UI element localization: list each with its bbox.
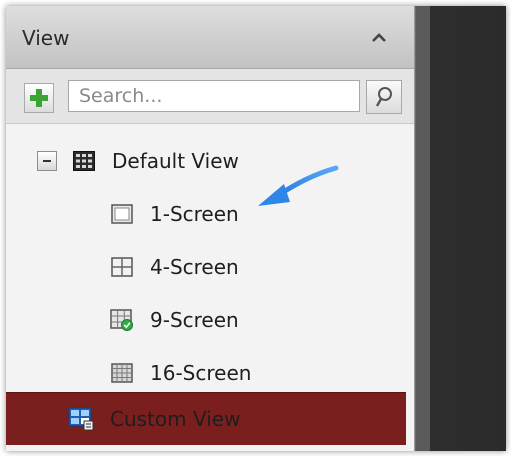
custom-view-icon	[68, 407, 94, 431]
panel-toolbar	[6, 69, 414, 124]
view-panel: View Search... Default View 1-Screen 4-S…	[6, 6, 415, 451]
tree-item-16-screen[interactable]: 16-Screen	[110, 351, 251, 395]
panel-header: View	[6, 6, 414, 69]
nine-screen-icon	[110, 309, 134, 331]
grid-view-icon	[72, 150, 96, 172]
tree-item-1-screen[interactable]: 1-Screen	[110, 192, 239, 236]
sixteen-screen-icon	[110, 362, 134, 384]
tree-item-custom-view[interactable]: Custom View	[6, 392, 406, 445]
panel-title: View	[22, 26, 70, 50]
tree-item-label: Default View	[112, 149, 239, 173]
tree-item-label: 16-Screen	[150, 361, 252, 385]
tree-item-default-view[interactable]: Default View	[72, 139, 239, 183]
tree-item-label: Custom View	[110, 407, 241, 431]
search-input[interactable]	[68, 80, 360, 112]
collapse-node-button[interactable]	[37, 151, 57, 171]
tree-item-label: 9-Screen	[150, 308, 239, 332]
search-button[interactable]	[366, 80, 402, 114]
tree-item-9-screen[interactable]: 9-Screen	[110, 298, 239, 342]
window-frame: View Search... Default View 1-Screen 4-S…	[6, 6, 506, 451]
search-icon	[375, 87, 392, 107]
chevron-up-icon	[372, 33, 386, 42]
tree-item-label: 1-Screen	[150, 202, 239, 226]
view-tree: Default View 1-Screen 4-Screen 9-Screen …	[6, 124, 414, 451]
plus-icon	[30, 89, 48, 107]
one-screen-icon	[110, 203, 134, 225]
collapse-button[interactable]	[366, 24, 392, 50]
video-display-area	[416, 6, 506, 451]
minus-icon	[43, 160, 51, 162]
tree-item-label: 4-Screen	[150, 255, 239, 279]
four-screen-icon	[110, 256, 134, 278]
tree-item-4-screen[interactable]: 4-Screen	[110, 245, 239, 289]
add-view-button[interactable]	[24, 83, 54, 113]
